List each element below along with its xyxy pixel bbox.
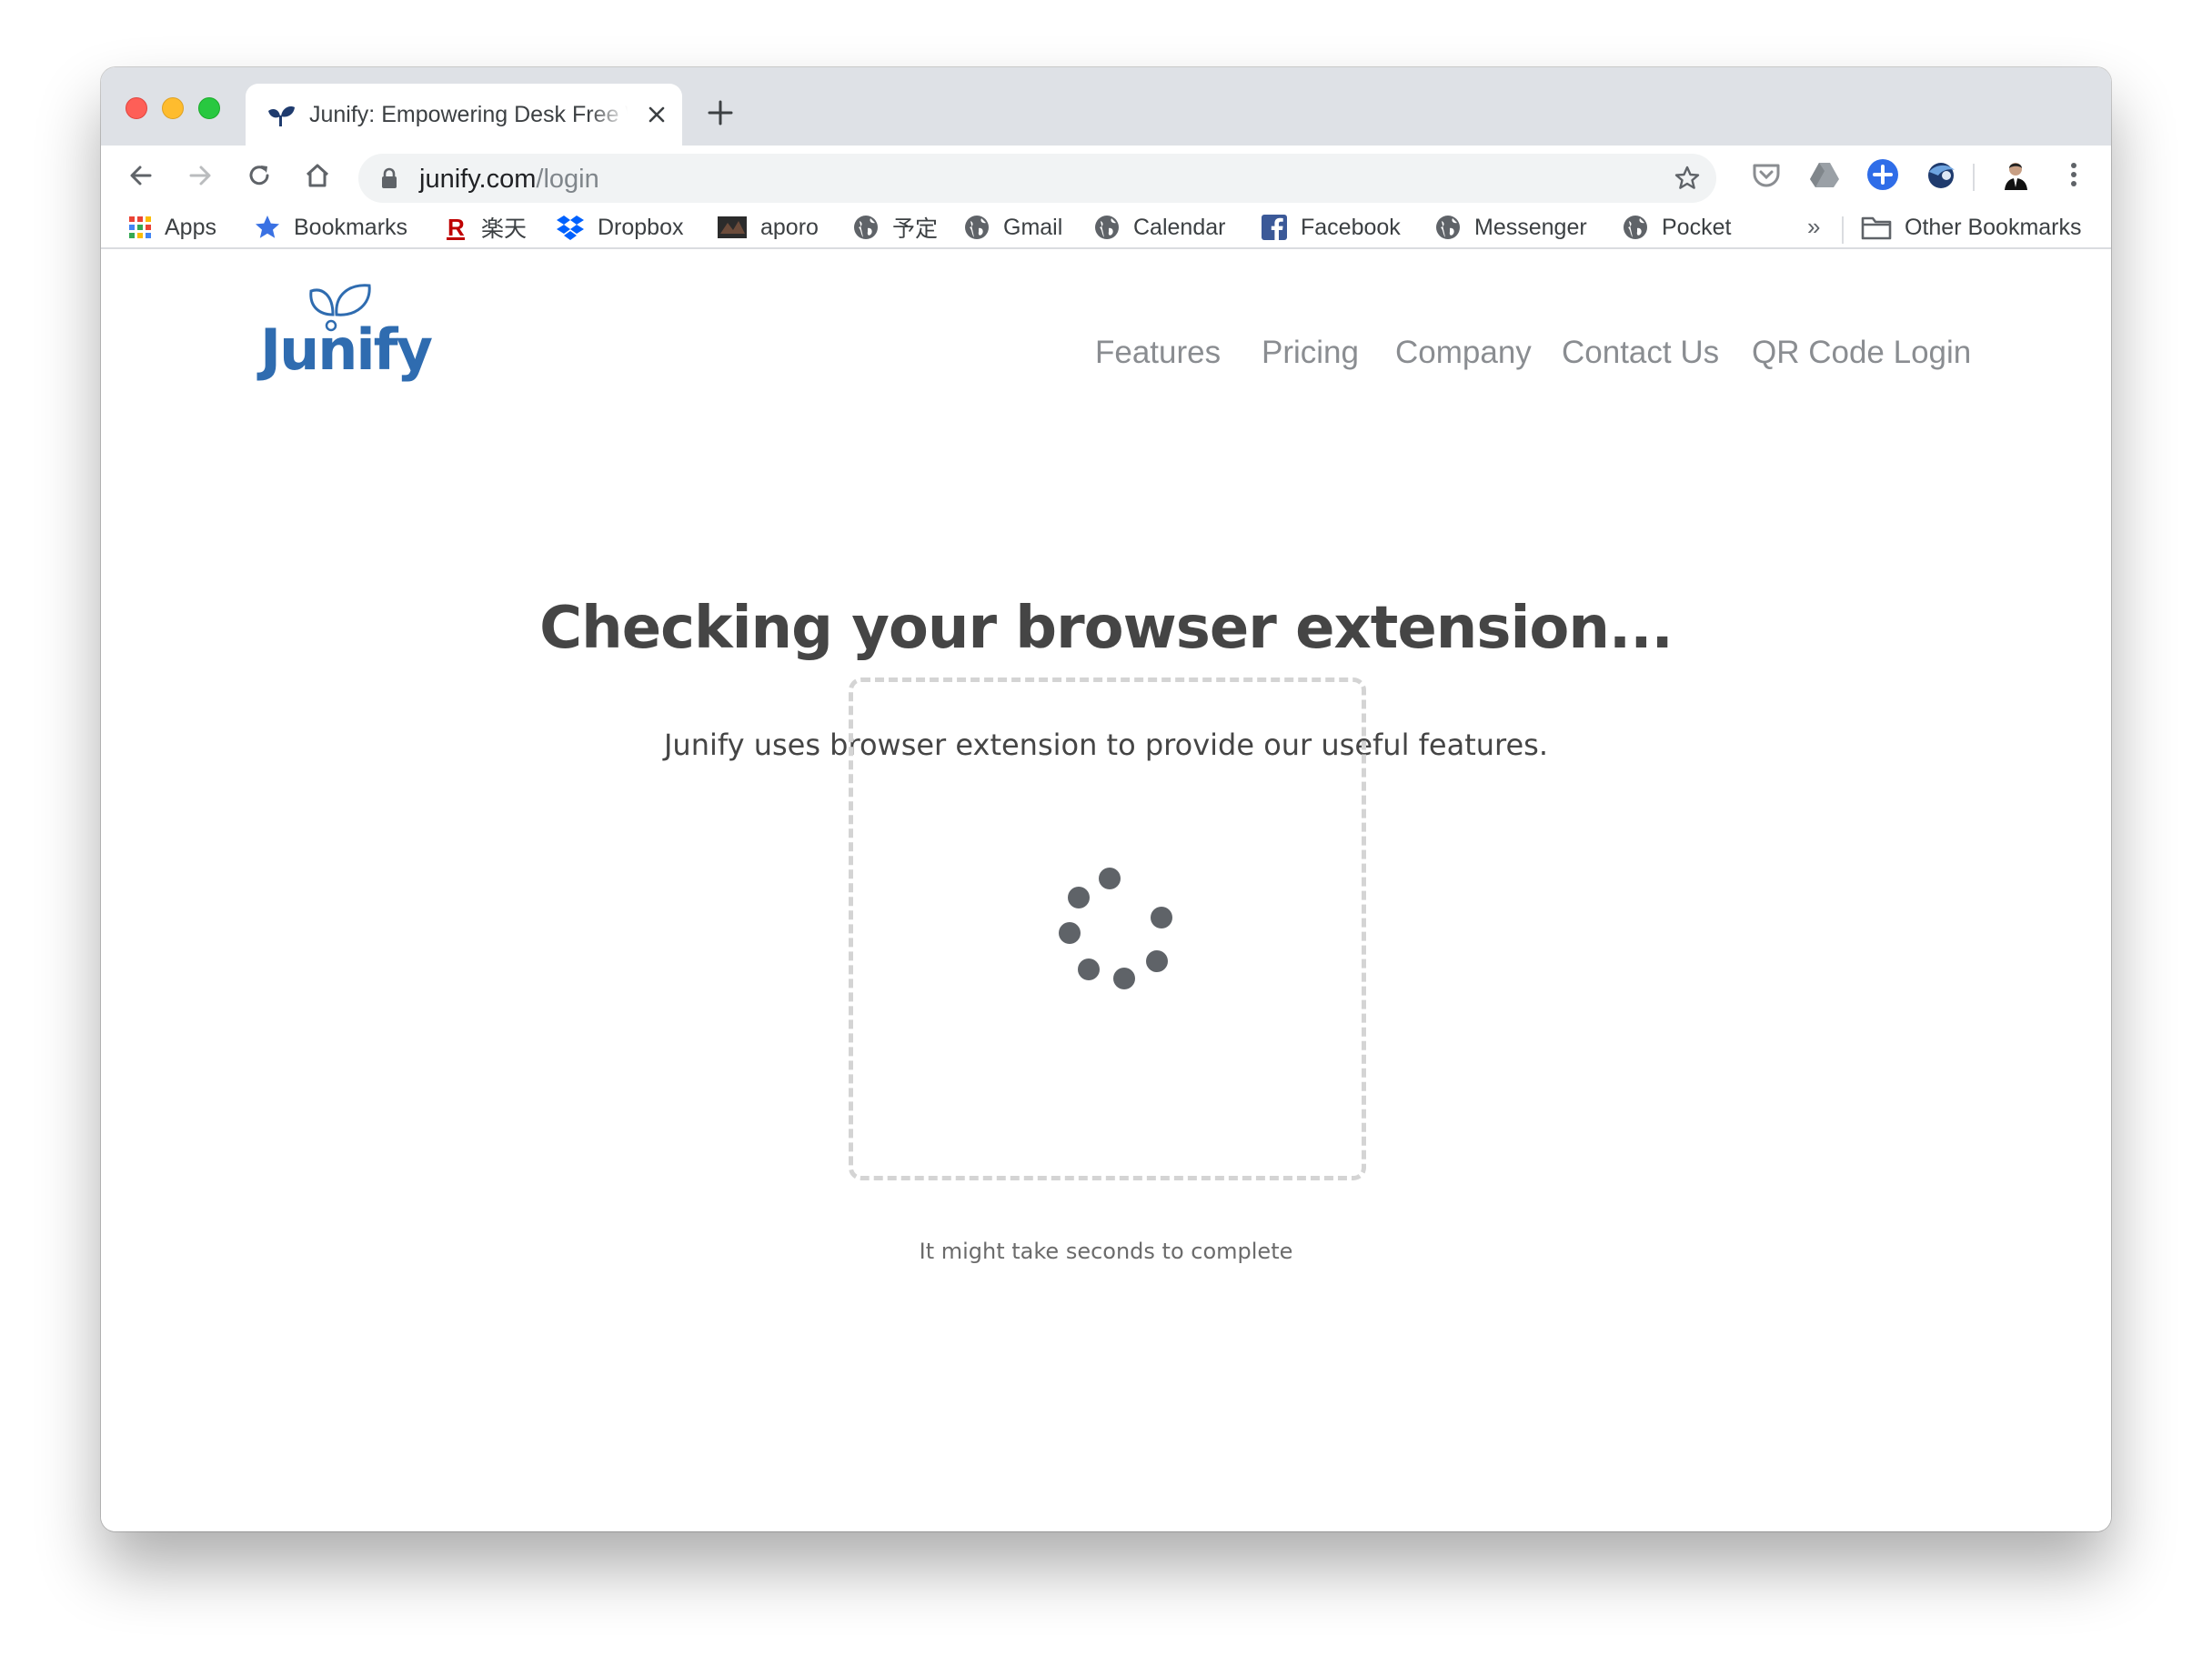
bookmark-facebook[interactable]: Facebook — [1261, 211, 1401, 244]
url-domain: junify.com — [419, 165, 537, 194]
nav-contact-us[interactable]: Contact Us — [1562, 335, 1719, 371]
profile-extension-icon[interactable] — [1924, 157, 1958, 192]
url-text[interactable]: junify.com/login — [419, 165, 599, 195]
rakuten-icon: R — [447, 214, 465, 241]
bookmark-label: Bookmarks — [294, 214, 408, 240]
dropbox-icon — [557, 216, 584, 240]
bookmarks-bar: Apps Bookmarks R 楽天 Dropbox aporo 予定 Gma… — [101, 206, 2111, 249]
bookmark-gmail[interactable]: Gmail — [963, 211, 1062, 244]
bookmark-label: Dropbox — [598, 214, 684, 240]
other-bookmarks-label: Other Bookmarks — [1905, 214, 2082, 240]
bookmark-label: Messenger — [1474, 214, 1587, 240]
bookmark-yotei[interactable]: 予定 — [852, 211, 938, 244]
bookmarks-overflow-chevron[interactable]: » — [1807, 213, 1820, 241]
nav-pricing[interactable]: Pricing — [1262, 335, 1359, 371]
address-bar[interactable]: junify.com/login — [358, 154, 1716, 203]
new-tab-icon[interactable] — [707, 99, 734, 126]
bookmark-star-icon[interactable] — [1674, 165, 1701, 192]
star-icon — [256, 216, 279, 238]
bookmark-dropbox[interactable]: Dropbox — [556, 211, 684, 244]
bookmark-aporo[interactable]: aporo — [717, 211, 819, 244]
page-title: Checking your browser extension... — [539, 595, 1674, 662]
window-close-button[interactable] — [126, 97, 147, 119]
bookmark-label: Facebook — [1301, 214, 1401, 240]
globe-icon — [1436, 216, 1460, 239]
bookmark-label: Pocket — [1662, 214, 1732, 240]
logo-text: Junify — [260, 316, 433, 383]
browser-window: Junify: Empowering Desk Free Workers — [101, 67, 2111, 1531]
svg-text:R: R — [447, 214, 465, 241]
other-bookmarks-folder[interactable]: Other Bookmarks — [1861, 211, 2082, 244]
window-minimize-button[interactable] — [162, 97, 184, 119]
bookmark-bookmarks[interactable]: Bookmarks — [254, 211, 407, 244]
toolbar-divider — [1973, 164, 1975, 191]
back-arrow-icon[interactable] — [126, 160, 156, 191]
home-icon[interactable] — [302, 160, 333, 191]
reload-icon[interactable] — [244, 160, 275, 191]
lock-icon[interactable] — [380, 167, 398, 189]
globe-icon — [1095, 216, 1119, 239]
bookmark-calendar[interactable]: Calendar — [1093, 211, 1225, 244]
globe-icon — [965, 216, 989, 239]
browser-tab-active[interactable]: Junify: Empowering Desk Free Workers — [246, 84, 682, 146]
window-maximize-button[interactable] — [198, 97, 220, 119]
aporo-icon — [718, 216, 747, 238]
pocket-extension-icon[interactable] — [1749, 157, 1784, 192]
folder-icon — [1861, 216, 1892, 240]
globe-icon — [854, 216, 878, 239]
nav-features[interactable]: Features — [1095, 335, 1221, 371]
bookmark-label: Calendar — [1133, 214, 1226, 240]
facebook-icon — [1262, 215, 1287, 240]
menu-kebab-icon[interactable] — [2056, 157, 2091, 192]
loading-spinner-icon — [1059, 868, 1172, 989]
bookmark-label: 楽天 — [481, 216, 528, 242]
bookmark-label: Apps — [165, 214, 216, 240]
bookmark-pocket[interactable]: Pocket — [1622, 211, 1731, 244]
nav-company[interactable]: Company — [1395, 335, 1532, 371]
globe-icon — [1624, 216, 1647, 239]
google-drive-extension-icon[interactable] — [1807, 157, 1842, 192]
junify-favicon-icon — [268, 106, 295, 126]
url-path: /login — [536, 165, 599, 194]
tab-title: Junify: Empowering Desk Free Workers — [309, 102, 628, 127]
tab-close-icon[interactable] — [646, 104, 668, 125]
nav-qr-code-login[interactable]: QR Code Login — [1752, 335, 1971, 371]
bookmarks-divider — [1842, 216, 1844, 244]
bookmark-apps[interactable]: Apps — [128, 211, 216, 244]
bookmark-label: aporo — [760, 214, 819, 240]
bookmark-rakuten[interactable]: R 楽天 — [445, 211, 527, 244]
add-extension-icon[interactable] — [1865, 157, 1900, 192]
status-note: It might take seconds to complete — [919, 1239, 1293, 1264]
browser-toolbar: junify.com/login — [101, 146, 2111, 206]
junify-logo[interactable]: Junify — [260, 282, 433, 383]
forward-arrow-icon[interactable] — [185, 160, 216, 191]
bookmark-label: Gmail — [1003, 214, 1063, 240]
apps-grid-icon — [129, 216, 151, 238]
bookmark-messenger[interactable]: Messenger — [1434, 211, 1587, 244]
user-avatar-icon[interactable] — [1998, 157, 2033, 192]
tab-strip: Junify: Empowering Desk Free Workers — [101, 67, 2111, 146]
bookmark-label: 予定 — [892, 216, 939, 242]
